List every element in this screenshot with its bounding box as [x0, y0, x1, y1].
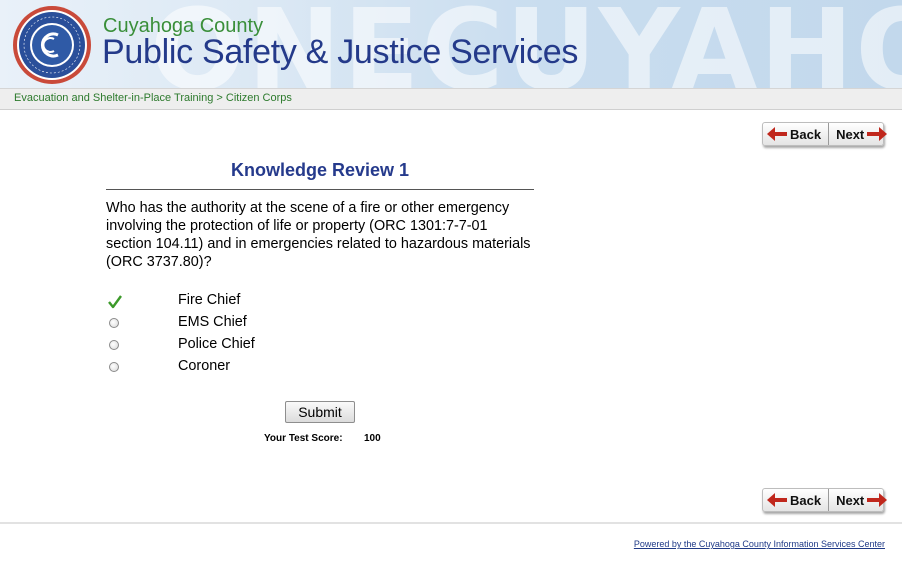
next-button-top[interactable]: Next — [829, 123, 888, 145]
left-arrow-icon — [767, 493, 787, 507]
back-label: Back — [790, 126, 822, 142]
title-divider — [106, 189, 534, 190]
back-button-top[interactable]: Back — [763, 123, 830, 145]
submit-button[interactable]: Submit — [285, 401, 355, 423]
right-arrow-icon — [867, 493, 888, 507]
option-coroner[interactable]: Coroner — [106, 357, 366, 379]
back-button-bottom[interactable]: Back — [763, 489, 830, 511]
option-fire-chief[interactable]: Fire Chief — [106, 291, 366, 313]
checkmark-icon — [108, 295, 122, 309]
answer-options: Fire Chief EMS Chief Police Chief Corone… — [106, 291, 366, 379]
radio-button[interactable] — [108, 317, 120, 329]
footer-divider — [0, 522, 902, 524]
score-label: Your Test Score: — [264, 433, 343, 444]
breadcrumb-bar: Evacuation and Shelter-in-Place Training… — [0, 88, 902, 110]
question-text: Who has the authority at the scene of a … — [106, 200, 531, 270]
radio-button[interactable] — [108, 339, 120, 351]
next-button-bottom[interactable]: Next — [829, 489, 888, 511]
score-value: 100 — [364, 433, 381, 444]
option-label: Fire Chief — [178, 292, 241, 308]
breadcrumb[interactable]: Evacuation and Shelter-in-Place Training… — [14, 92, 292, 104]
radio-button[interactable] — [108, 361, 120, 373]
next-label: Next — [836, 126, 865, 142]
top-navigation: Back Next — [762, 122, 888, 146]
option-police-chief[interactable]: Police Chief — [106, 335, 366, 357]
powered-by-link[interactable]: Powered by the Cuyahoga County Informati… — [634, 539, 885, 549]
county-seal-icon[interactable] — [12, 5, 92, 85]
back-label: Back — [790, 492, 822, 508]
page-title: Knowledge Review 1 — [230, 160, 410, 180]
right-arrow-icon — [867, 127, 888, 141]
next-label: Next — [836, 492, 865, 508]
site-header: ONECUYAHOGA Cuyahoga County Public Safet… — [0, 0, 902, 88]
option-label: Police Chief — [178, 336, 255, 352]
left-arrow-icon — [767, 127, 787, 141]
option-ems-chief[interactable]: EMS Chief — [106, 313, 366, 335]
bottom-navigation: Back Next — [762, 488, 888, 512]
option-label: Coroner — [178, 358, 230, 374]
option-label: EMS Chief — [178, 314, 247, 330]
agency-title: Public Safety & Justice Services — [102, 33, 579, 71]
